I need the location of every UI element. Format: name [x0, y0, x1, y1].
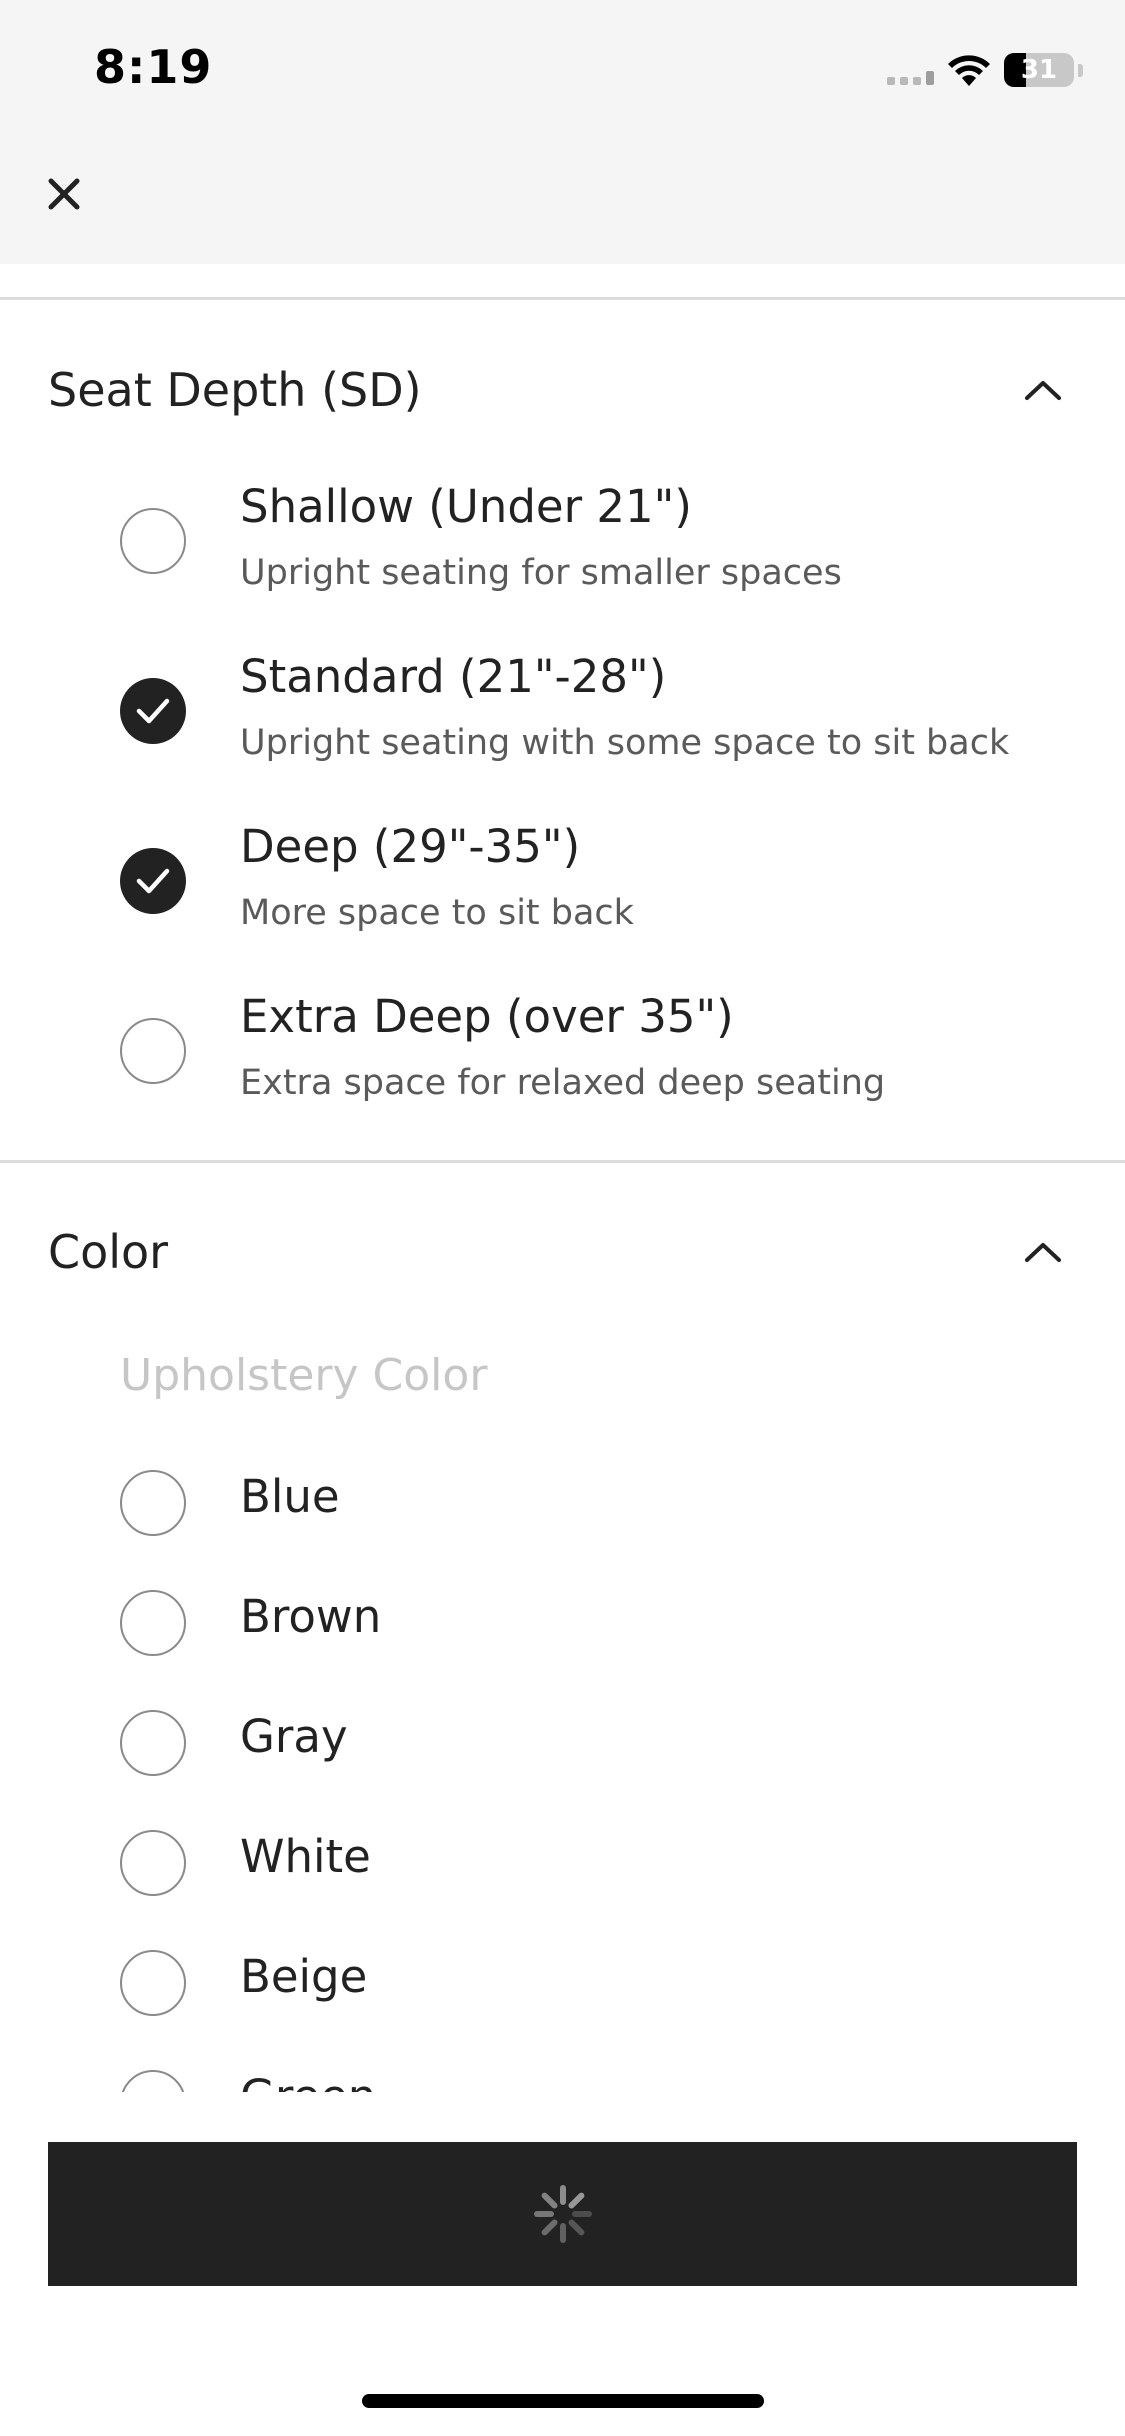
seat-depth-section-header[interactable]: Seat Depth (SD): [48, 350, 1078, 430]
color-options-list[interactable]: Blue Brown Gray White Beige Green: [0, 1440, 1125, 2092]
option-label: White: [240, 1830, 371, 1883]
cellular-signal-icon: [887, 55, 934, 85]
option-description: Upright seating with some space to sit b…: [240, 723, 1010, 763]
option-description: Extra space for relaxed deep seating: [240, 1063, 886, 1103]
seat-depth-option-deep[interactable]: Deep (29"-35") More space to sit back: [120, 820, 1080, 940]
option-label: Beige: [240, 1950, 368, 2003]
radio-unchecked[interactable]: [120, 1950, 186, 2016]
color-option-brown[interactable]: Brown: [120, 1584, 1080, 1664]
option-label: Standard (21"-28"): [240, 650, 667, 703]
battery-cap: [1078, 63, 1083, 77]
apply-button[interactable]: [48, 2142, 1077, 2286]
radio-unchecked[interactable]: [120, 508, 186, 574]
section-divider: [0, 297, 1125, 300]
checkmark-icon: [136, 698, 170, 724]
seat-depth-option-standard[interactable]: Standard (21"-28") Upright seating with …: [120, 650, 1080, 770]
radio-unchecked[interactable]: [120, 1590, 186, 1656]
battery-level: 31: [1020, 55, 1058, 85]
radio-unchecked[interactable]: [120, 1830, 186, 1896]
color-option-beige[interactable]: Beige: [120, 1944, 1080, 2024]
radio-checked[interactable]: [120, 678, 186, 744]
wifi-icon: [948, 55, 990, 86]
chevron-up-icon: [1018, 365, 1068, 415]
radio-unchecked[interactable]: [120, 1018, 186, 1084]
option-label: Brown: [240, 1590, 382, 1643]
option-description: Upright seating for smaller spaces: [240, 553, 842, 593]
seat-depth-option-extra-deep[interactable]: Extra Deep (over 35") Extra space for re…: [120, 990, 1080, 1110]
seat-depth-title: Seat Depth (SD): [48, 363, 422, 417]
radio-unchecked[interactable]: [120, 2070, 186, 2092]
color-title: Color: [48, 1225, 169, 1279]
top-header: 8:19 31: [0, 0, 1125, 264]
section-divider: [0, 1160, 1125, 1163]
option-label: Shallow (Under 21"): [240, 480, 692, 533]
radio-unchecked[interactable]: [120, 1710, 186, 1776]
option-description: More space to sit back: [240, 893, 634, 933]
spinner-spoke: [541, 2219, 558, 2236]
option-label: Deep (29"-35"): [240, 820, 581, 873]
color-option-green[interactable]: Green: [120, 2064, 1080, 2092]
spinner-spoke: [567, 2219, 584, 2236]
status-indicators: 31: [887, 48, 1083, 92]
checkmark-icon: [136, 868, 170, 894]
spinner-icon: [533, 2185, 592, 2243]
status-time: 8:19: [94, 40, 213, 94]
battery-icon: 31: [1004, 53, 1074, 87]
option-label: Green: [240, 2070, 376, 2092]
option-label: Blue: [240, 1470, 340, 1523]
chevron-up-icon: [1018, 1227, 1068, 1277]
close-button[interactable]: [36, 166, 92, 222]
radio-unchecked[interactable]: [120, 1470, 186, 1536]
spinner-spoke: [567, 2192, 584, 2209]
seat-depth-option-shallow[interactable]: Shallow (Under 21") Upright seating for …: [120, 480, 1080, 600]
close-icon: [48, 178, 80, 210]
radio-checked[interactable]: [120, 848, 186, 914]
upholstery-color-label: Upholstery Color: [120, 1350, 488, 1401]
color-option-white[interactable]: White: [120, 1824, 1080, 1904]
color-option-gray[interactable]: Gray: [120, 1704, 1080, 1784]
color-section-header[interactable]: Color: [48, 1212, 1078, 1292]
option-label: Gray: [240, 1710, 348, 1763]
home-indicator[interactable]: [362, 2394, 764, 2408]
option-label: Extra Deep (over 35"): [240, 990, 734, 1043]
spinner-spoke: [541, 2192, 558, 2209]
color-option-blue[interactable]: Blue: [120, 1464, 1080, 1544]
